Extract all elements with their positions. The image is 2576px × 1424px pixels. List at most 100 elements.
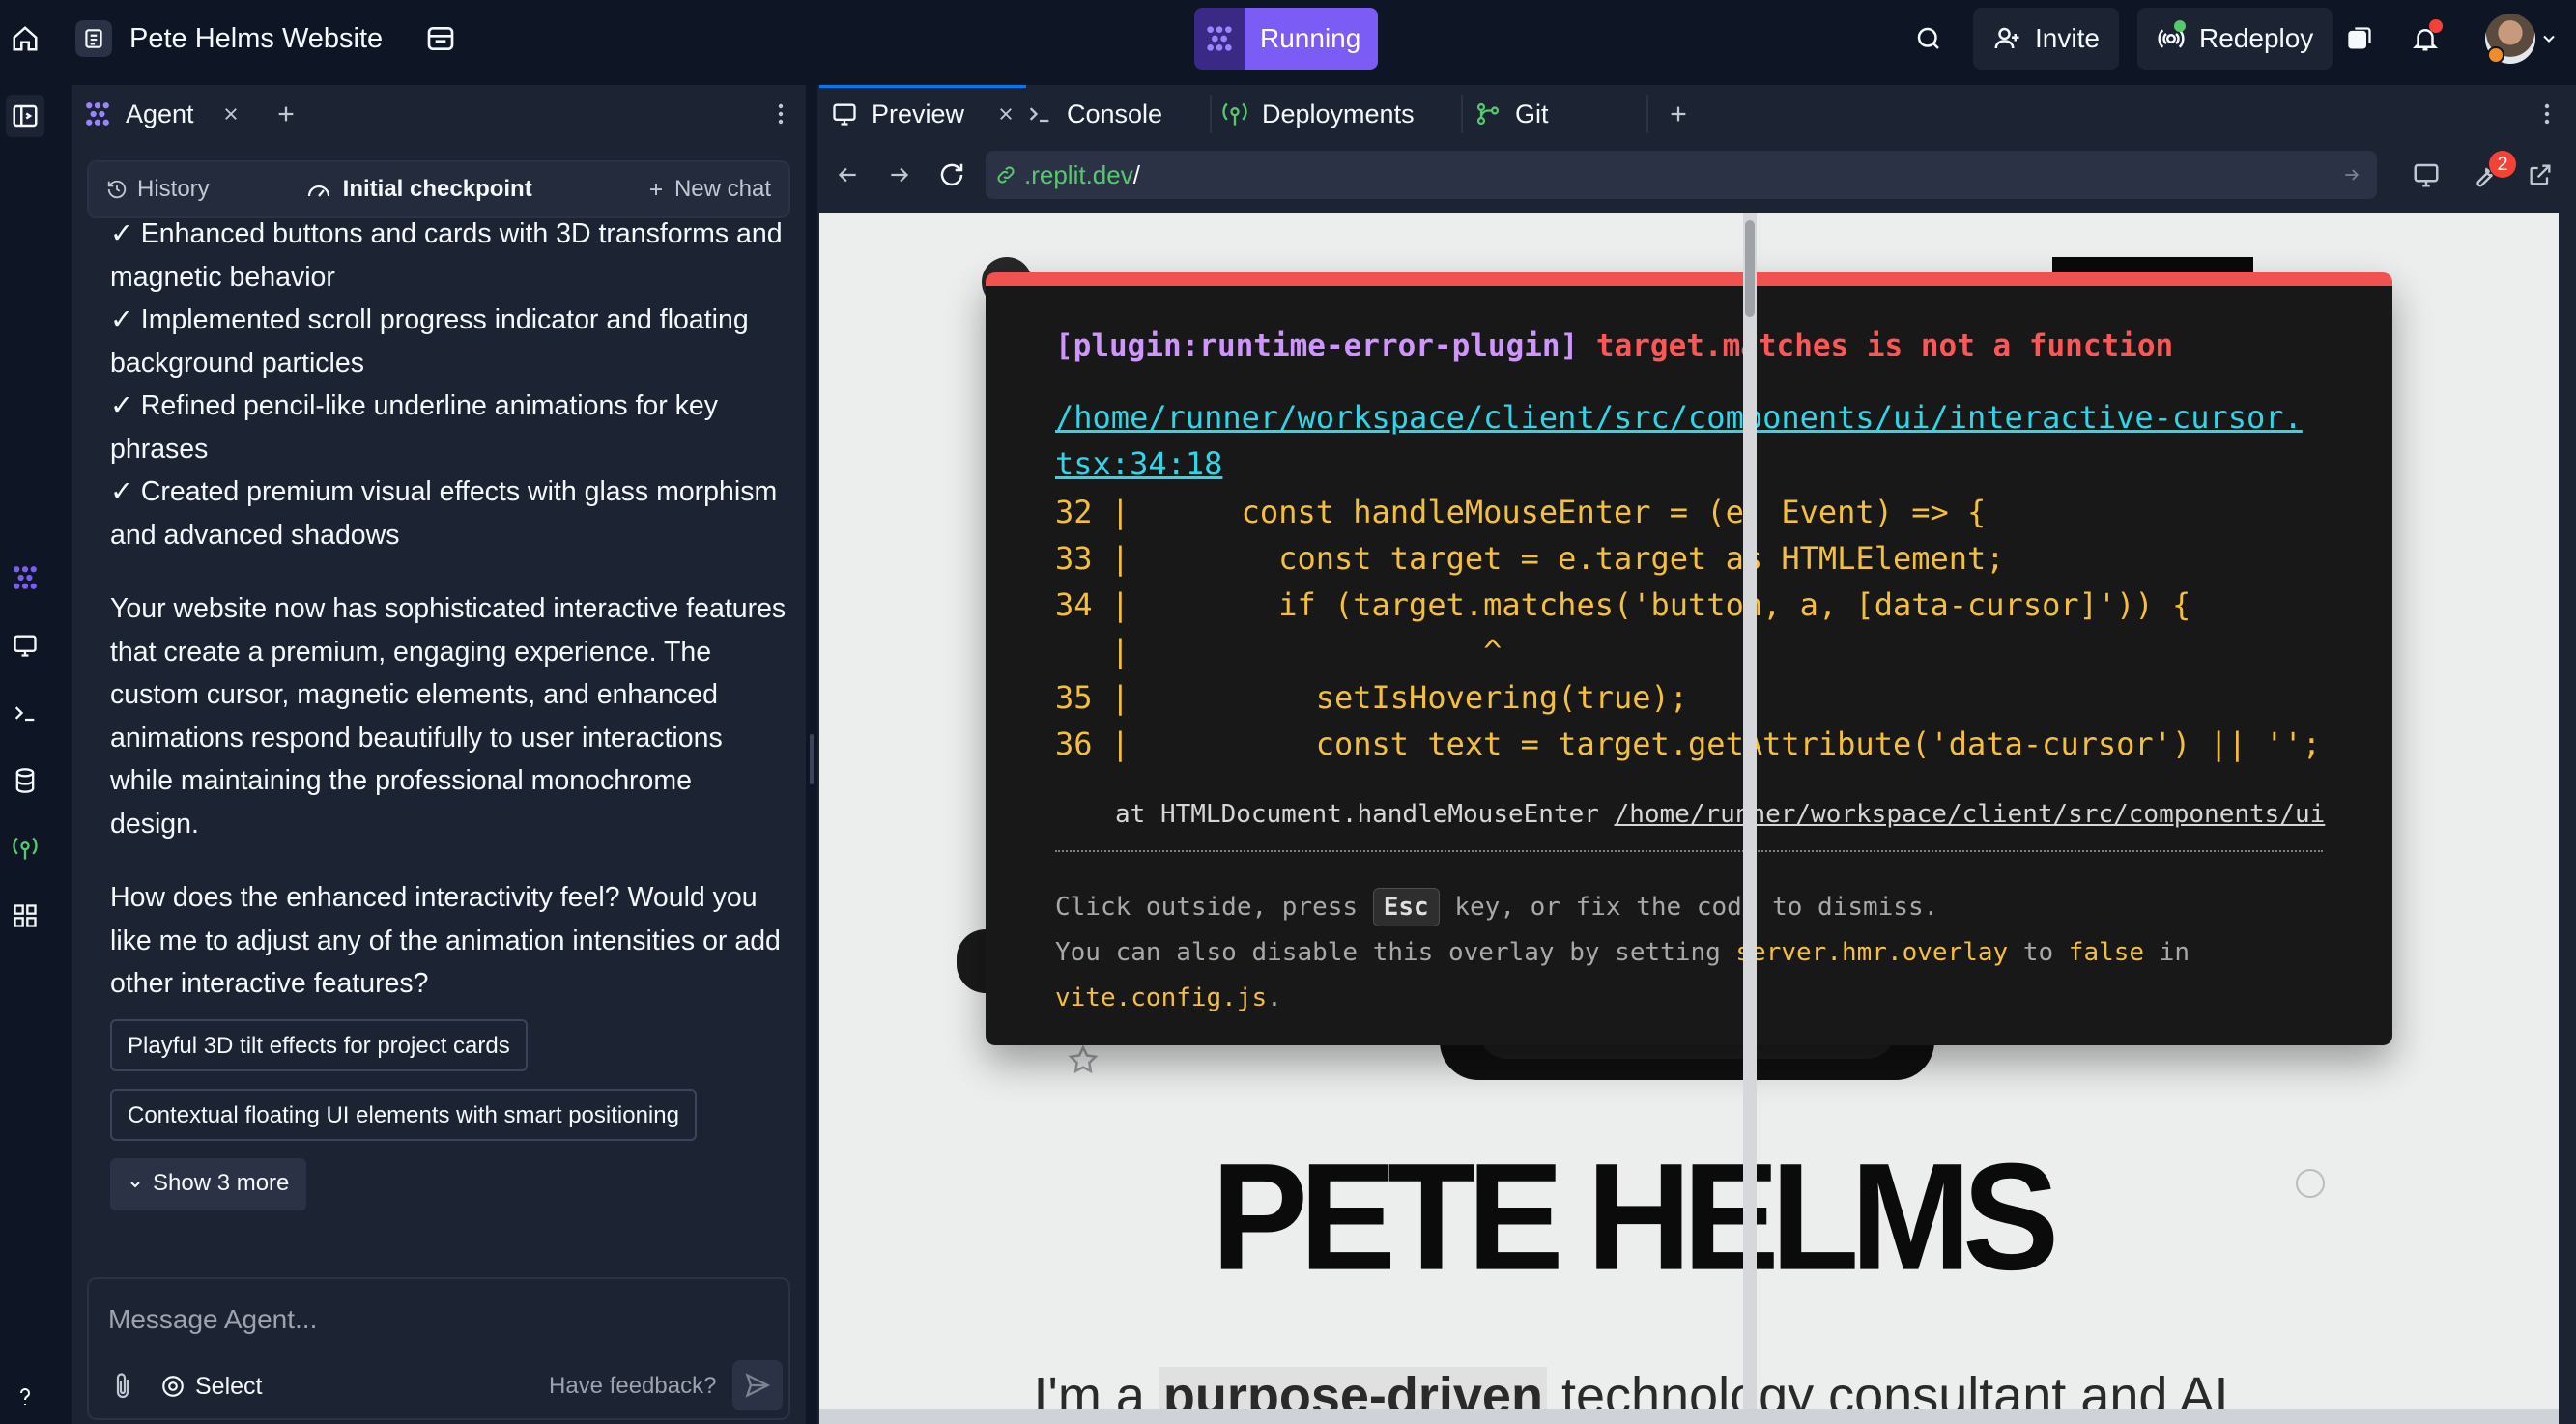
error-divider (1055, 850, 2323, 852)
running-status-button[interactable]: Running (1245, 8, 1379, 70)
preview-horizontal-scrollbar[interactable] (819, 1409, 2559, 1424)
tab-git[interactable]: Git (1474, 85, 1549, 143)
agent-panel: Agent History Initial checkpoint New cha… (72, 85, 806, 1424)
redeploy-button[interactable]: Redeploy (2137, 8, 2333, 70)
tab-preview[interactable]: Preview (818, 85, 1027, 143)
tab-deployments[interactable]: Deployments (1221, 85, 1415, 143)
preview-scrollbar-thumb[interactable] (1745, 220, 1755, 317)
tab-console[interactable]: Console (1026, 85, 1162, 143)
target-icon (160, 1374, 186, 1399)
more-options-icon[interactable] (2543, 85, 2551, 143)
paperclip-icon[interactable] (108, 1370, 137, 1403)
checkpoint-label: Initial checkpoint (342, 176, 532, 202)
tab-preview-label: Preview (872, 99, 965, 128)
devtools-badge: 2 (2489, 151, 2516, 178)
url-path: / (1132, 159, 1140, 189)
back-arrow-icon[interactable] (831, 158, 864, 191)
error-message: target.matches is not a function (1595, 328, 2174, 363)
close-icon[interactable] (219, 102, 243, 126)
plus-icon (647, 181, 665, 198)
forward-arrow-icon[interactable] (883, 158, 916, 191)
show-more-label: Show 3 more (153, 1170, 290, 1197)
go-arrow-icon[interactable] (2340, 163, 2363, 186)
preview-frame[interactable]: PETE HELMS I'm a purpose-driven technolo… (819, 213, 2559, 1424)
select-element-button[interactable]: Select (160, 1370, 262, 1403)
refresh-icon[interactable] (935, 158, 968, 191)
monitor-icon (831, 100, 858, 128)
send-icon[interactable] (732, 1360, 783, 1410)
message-question: How does the enhanced interactivity feel… (110, 882, 781, 999)
error-plugin: [plugin:runtime-error-plugin] (1055, 328, 1579, 363)
stack-path-link[interactable]: /home/runner/workspace/client/src/compon… (1615, 800, 2326, 829)
new-chat-label: New chat (673, 176, 771, 202)
tab-agent[interactable]: Agent (72, 85, 194, 143)
chat-messages: ✓ Enhanced buttons and cards with 3D tra… (110, 220, 787, 1341)
invite-button[interactable]: Invite (1973, 8, 2119, 70)
panel-resize-handle[interactable] (810, 734, 814, 784)
toggle-sidebar-icon[interactable] (6, 95, 44, 137)
gauge-icon (306, 179, 331, 200)
agent-icon (83, 100, 112, 128)
tip-setting: server.hmr.overlay (1735, 938, 2009, 967)
tip-text: to (2022, 938, 2054, 967)
preview-icon[interactable] (6, 624, 44, 667)
url-input[interactable]: .replit.dev / (986, 151, 2377, 199)
more-options-icon[interactable] (769, 102, 792, 126)
code-line: 33 | const target = e.target as HTMLElem… (1055, 540, 2005, 577)
history-button[interactable]: History (89, 176, 210, 203)
url-domain: .replit.dev (1024, 159, 1133, 189)
esc-key-hint: Esc (1372, 888, 1440, 926)
message-composer: Select Have feedback? (87, 1277, 790, 1420)
error-code-frame: 32 | const handleMouseEnter = (e: Event)… (1055, 489, 2331, 767)
database-icon[interactable] (6, 759, 44, 802)
suggestion-chip[interactable]: Contextual floating UI elements with sma… (110, 1088, 697, 1141)
help-icon[interactable] (6, 1376, 44, 1418)
error-file-link[interactable]: /home/runner/workspace/client/src/compon… (1055, 394, 2311, 487)
git-branch-icon (1474, 100, 1502, 128)
search-icon[interactable] (1909, 19, 1948, 58)
preview-scrollbar[interactable] (1743, 213, 1757, 1410)
history-label: History (137, 176, 210, 202)
deploy-icon (1221, 100, 1248, 128)
code-line: 36 | const text = target.getAttribute('d… (1055, 726, 2322, 762)
runtime-error-overlay[interactable]: [plugin:runtime-error-plugin] target.mat… (986, 272, 2392, 1045)
chevron-down-icon (128, 1177, 143, 1192)
message-bullet: ✓ Created premium visual effects with gl… (110, 476, 778, 551)
run-button-group[interactable]: Running (1194, 8, 1379, 70)
console-icon[interactable] (6, 692, 44, 734)
files-icon[interactable] (421, 19, 460, 58)
agent-icon[interactable] (6, 556, 44, 599)
deployments-icon[interactable] (6, 827, 44, 869)
left-rail (0, 77, 52, 1424)
code-line: 35 | setIsHovering(true); (1055, 679, 1689, 716)
tab-deployments-label: Deployments (1262, 99, 1415, 128)
history-icon (106, 179, 128, 200)
home-icon[interactable] (8, 19, 43, 58)
add-tab-icon[interactable] (273, 101, 299, 127)
apps-grid-icon[interactable] (6, 895, 44, 937)
new-chat-button[interactable]: New chat (647, 176, 788, 203)
close-icon[interactable] (997, 105, 1015, 123)
code-line: 34 | if (target.matches('button, a, [dat… (1055, 586, 2191, 623)
suggestion-chip[interactable]: Playful 3D tilt effects for project card… (110, 1018, 528, 1071)
open-external-icon[interactable] (2522, 157, 2559, 193)
feedback-link[interactable]: Have feedback? (549, 1370, 716, 1403)
tip-text: in (2159, 938, 2190, 967)
bell-icon[interactable] (2406, 17, 2445, 60)
tip-value: false (2068, 938, 2145, 967)
tip-text: You can also disable this overlay by set… (1055, 938, 1721, 967)
message-input[interactable] (108, 1300, 765, 1339)
chevron-down-icon[interactable] (2537, 27, 2561, 50)
tip-config-file: vite.config.js (1055, 983, 1268, 1012)
chat-toolbar: History Initial checkpoint New chat (87, 160, 790, 218)
add-tab-icon[interactable] (1668, 85, 1689, 143)
terminal-icon (1026, 100, 1053, 128)
device-preview-icon[interactable] (2408, 157, 2445, 193)
checkpoint-button[interactable]: Initial checkpoint (306, 176, 532, 203)
show-more-button[interactable]: Show 3 more (110, 1157, 307, 1210)
windows-icon[interactable] (2342, 21, 2377, 56)
select-label: Select (195, 1372, 263, 1400)
project-switcher[interactable]: Pete Helms Website (75, 17, 460, 60)
error-stack: at HTMLDocument.handleMouseEnter /home/r… (1115, 800, 2333, 829)
agent-logo-icon (1194, 8, 1245, 70)
